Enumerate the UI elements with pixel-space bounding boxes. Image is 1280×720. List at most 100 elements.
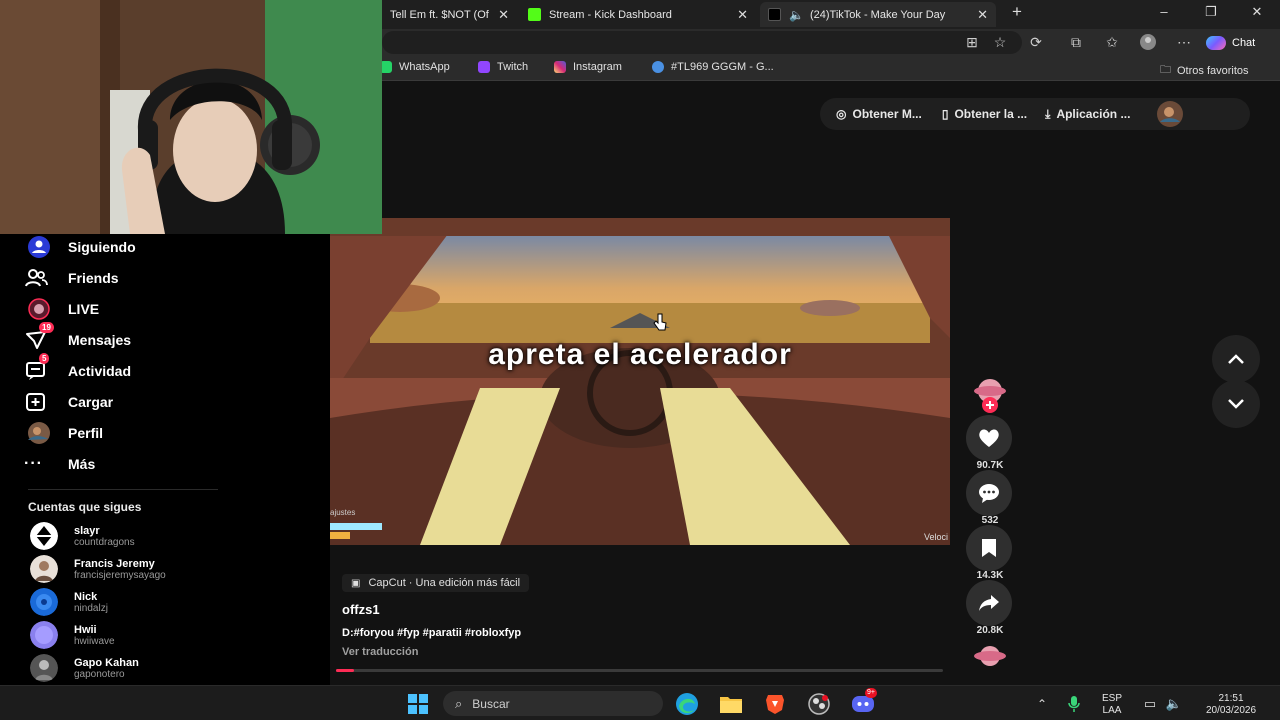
search-placeholder: Buscar (472, 696, 510, 711)
get-coins-label: Obtener M... (852, 107, 922, 121)
sidebar-item-perfil[interactable]: Perfil (24, 420, 103, 446)
restore-button[interactable]: ❐ (1196, 4, 1226, 20)
obs-icon[interactable] (807, 692, 831, 716)
network-icon[interactable]: ▭ (1138, 692, 1162, 716)
close-icon[interactable]: ✕ (498, 7, 509, 23)
bookmark-whatsapp[interactable]: WhatsApp (380, 61, 450, 73)
copilot-chat-button[interactable]: Chat (1206, 32, 1255, 53)
extensions-icon[interactable]: ⟳ (1026, 34, 1046, 51)
capcut-tag[interactable]: ▣ CapCut · Una edición más fácil (342, 574, 530, 592)
previous-video-button[interactable] (1212, 335, 1260, 383)
tab-title: (24)TikTok - Make Your Day (809, 8, 946, 21)
sidebar-item-mensajes[interactable]: 19 Mensajes (24, 322, 131, 353)
bookmark-label: Twitch (497, 61, 529, 73)
video-overlay-left: ajustes (330, 508, 356, 517)
hand-cursor-icon (653, 313, 667, 331)
clock[interactable]: 21:51 20/03/2026 (1196, 693, 1266, 717)
get-pc-app-button[interactable]: ▯ Obtener la ... (942, 107, 1027, 121)
minimize-button[interactable]: – (1149, 4, 1179, 19)
favorites-icon[interactable]: ✩ (1102, 34, 1122, 51)
like-button[interactable] (966, 415, 1012, 461)
windows-taskbar: ⌕ Buscar 9+ ⌃ ESP LAA ▭ 🔈 21:51 20/03/20… (0, 685, 1280, 720)
account-username: gaponotero (74, 668, 125, 680)
close-icon[interactable]: ✕ (737, 7, 748, 23)
capcut-label: CapCut · Una edición más fácil (368, 577, 521, 589)
video-frame (330, 218, 950, 545)
taskbar-search-input[interactable]: ⌕ Buscar (443, 691, 663, 716)
app-available-icon[interactable]: ⊞ (962, 34, 982, 51)
share-button[interactable] (966, 580, 1012, 626)
tab-tiktok[interactable]: 🔈 (24)TikTok - Make Your Day ✕ (760, 2, 996, 27)
bookmark-instagram[interactable]: Instagram (554, 61, 622, 73)
creator-avatar[interactable] (972, 377, 1008, 413)
user-avatar[interactable] (1156, 100, 1184, 128)
tab-title: Stream - Kick Dashboard (549, 8, 672, 21)
tab-tell-em[interactable]: Tell Em ft. $NOT (Of ✕ (382, 2, 517, 27)
video-player[interactable]: apreta el acelerador ajustes Veloci (330, 218, 950, 545)
video-description[interactable]: D:#foryou #fyp #paratii #robloxfyp (342, 627, 521, 639)
live-icon (24, 298, 56, 320)
video-overlay-right: Veloci (923, 532, 948, 542)
bookmark-tl969[interactable]: #TL969 GGGM - G... (652, 61, 774, 73)
close-icon[interactable]: ✕ (977, 7, 988, 23)
following-account[interactable]: Nick nindalzj (30, 588, 108, 616)
more-icon: ··· (24, 455, 43, 472)
copilot-icon (1206, 35, 1226, 50)
coin-icon: ◎ (836, 107, 847, 121)
messages-icon: 19 (24, 322, 56, 351)
file-explorer-icon[interactable] (719, 692, 743, 716)
microphone-icon[interactable] (1062, 692, 1086, 716)
show-hidden-icons-chevron-icon[interactable]: ⌃ (1030, 692, 1054, 716)
new-tab-button[interactable]: + (1002, 2, 1032, 22)
avatar (30, 588, 58, 616)
music-disc-icon[interactable] (972, 645, 1008, 667)
profile-icon[interactable] (1138, 34, 1158, 53)
discord-icon[interactable]: 9+ (851, 688, 877, 716)
account-username: hwiiwave (74, 635, 115, 647)
chat-label: Chat (1232, 36, 1256, 49)
get-app-button[interactable]: ⤓ Aplicación ... (1045, 107, 1130, 122)
account-name: slayr (74, 524, 100, 537)
split-screen-icon[interactable]: ⧉ (1066, 34, 1086, 51)
tab-kick-dashboard[interactable]: Stream - Kick Dashboard ✕ (520, 2, 756, 27)
following-account[interactable]: slayr countdragons (30, 522, 135, 550)
sidebar-item-label: Friends (68, 270, 119, 286)
close-window-button[interactable]: ✕ (1242, 4, 1272, 20)
video-author[interactable]: offzs1 (342, 602, 380, 617)
save-button[interactable] (966, 525, 1012, 571)
favorite-star-icon[interactable]: ☆ (990, 34, 1010, 51)
top-action-bar: ◎ Obtener M... ▯ Obtener la ... ⤓ Aplicació… (820, 98, 1250, 130)
next-video-button[interactable] (1212, 380, 1260, 428)
webcam-overlay (0, 0, 382, 234)
get-coins-button[interactable]: ◎ Obtener M... (836, 107, 922, 121)
capcut-icon: ▣ (351, 577, 361, 589)
language-indicator[interactable]: ESP LAA (1098, 693, 1126, 717)
following-account[interactable]: Gapo Kahan gaponotero (30, 654, 139, 682)
following-account[interactable]: Francis Jeremy francisjeremysayago (30, 555, 166, 583)
bookmark-otros-favoritos[interactable]: 🗀 Otros favoritos (1160, 61, 1249, 80)
start-windows-icon[interactable] (406, 692, 430, 716)
edge-browser-icon[interactable] (675, 692, 699, 716)
sidebar-item-actividad[interactable]: 5 Actividad (24, 353, 131, 384)
following-account[interactable]: Hwii hwiiwave (30, 621, 115, 649)
instagram-icon (554, 61, 566, 73)
sidebar-item-cargar[interactable]: Cargar (24, 389, 113, 415)
comment-button[interactable] (966, 470, 1012, 516)
translate-link[interactable]: Ver traducción (342, 646, 418, 658)
account-name: Gapo Kahan (74, 656, 139, 669)
share-icon (979, 595, 999, 611)
volume-icon[interactable]: 🔈 (1162, 692, 1186, 716)
brave-browser-icon[interactable] (763, 692, 787, 716)
sidebar-item-siguiendo[interactable]: Siguiendo (24, 234, 136, 260)
device-icon: ▯ (941, 107, 949, 121)
url-input[interactable] (382, 31, 1022, 54)
avatar (30, 522, 58, 550)
video-progress-bar[interactable] (336, 669, 943, 672)
chevron-down-icon (1228, 399, 1244, 409)
speaker-icon[interactable]: 🔈 (789, 8, 804, 22)
sidebar-item-live[interactable]: LIVE (24, 296, 99, 322)
bookmark-twitch[interactable]: Twitch (478, 61, 528, 73)
sidebar-item-mas[interactable]: ··· Más (24, 451, 95, 477)
sidebar-item-friends[interactable]: Friends (24, 265, 119, 291)
more-menu-icon[interactable]: ⋯ (1174, 34, 1194, 51)
